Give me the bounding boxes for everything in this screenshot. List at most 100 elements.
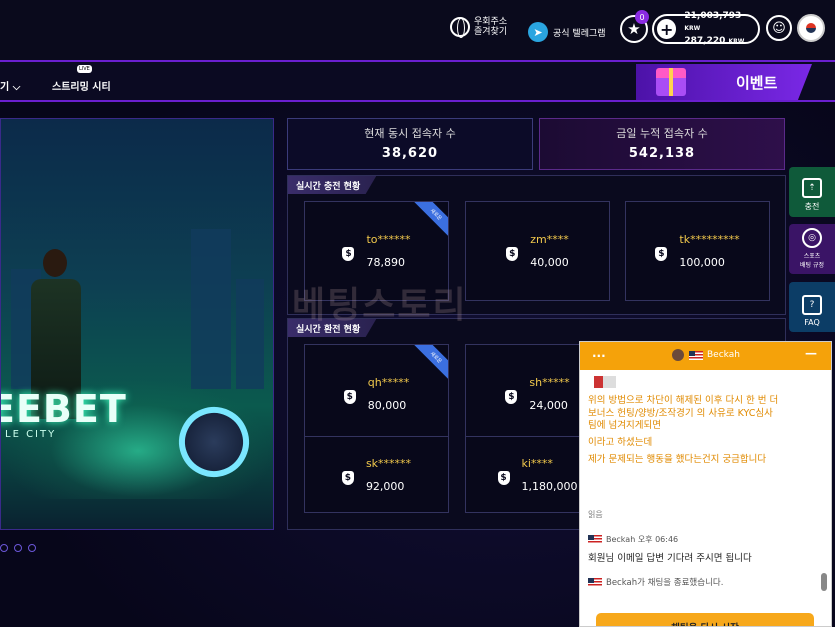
deposit-user: zm****: [530, 233, 569, 246]
money-bag-icon: $: [655, 247, 668, 261]
banner-player-head: [43, 249, 67, 277]
korea-flag-icon[interactable]: [797, 14, 825, 42]
currency-label: KRW: [684, 25, 701, 32]
us-flag-icon: [588, 535, 602, 544]
user-message: 이라고 하셨는데: [588, 437, 653, 448]
event-label: 이벤트: [736, 73, 778, 92]
withdraw-user: sh*****: [529, 376, 570, 389]
sports-ball-icon: ◎: [802, 228, 822, 248]
banner-building: [236, 279, 264, 389]
plus-icon[interactable]: +: [657, 19, 677, 39]
chat-header: ··· Beckah —: [580, 342, 831, 370]
us-flag-icon: [689, 350, 703, 360]
deposit-amount: 78,890: [366, 256, 405, 269]
carousel-dot[interactable]: [0, 544, 8, 552]
nav-item-streaming-city[interactable]: 스트리밍 시티: [52, 78, 111, 93]
withdraw-user: qh*****: [367, 376, 410, 389]
new-ribbon: 새로운: [410, 202, 448, 241]
money-bag-icon: $: [505, 390, 518, 404]
chat-menu-icon[interactable]: ···: [592, 349, 606, 363]
balance-primary: 21,003,793: [684, 11, 742, 21]
telegram-link[interactable]: ➤ 공식 텔레그램: [528, 22, 606, 42]
domain-bookmark-link[interactable]: 우회주소 즐겨찾기: [450, 17, 508, 38]
new-ribbon: 새로운: [410, 345, 448, 384]
withdraw-amount: 24,000: [529, 399, 568, 412]
withdraw-amount: 92,000: [365, 479, 405, 493]
money-bag-icon: $: [343, 390, 356, 404]
side-charge-button[interactable]: ⇡ 충전: [789, 167, 835, 217]
domain-bookmark-line1: 우회주소: [474, 17, 508, 27]
deposit-amount: 100,000: [679, 256, 725, 269]
carousel-dots: [0, 544, 42, 552]
agent-avatar: [672, 349, 684, 361]
money-bag-icon: $: [506, 247, 519, 261]
chat-messages[interactable]: 위의 방법으로 차단이 해제된 이후 다시 한 번 더 보너스 헌팅/양방/조작…: [580, 370, 831, 626]
live-chat-window[interactable]: ··· Beckah — 위의 방법으로 차단이 해제된 이후 다시 한 번 더…: [579, 341, 832, 627]
notification-badge: 0: [635, 10, 649, 24]
carousel-dot[interactable]: [28, 544, 36, 552]
user-icon: ☺: [772, 20, 786, 36]
concurrent-users-value: 38,620: [381, 146, 439, 161]
nav-item-partial[interactable]: 기 ⌵: [0, 78, 20, 93]
currency-label-secondary: KRW: [728, 38, 745, 45]
withdraw-card: $ sk****** 92,000: [304, 436, 449, 513]
deposit-card: $ tk********* 100,000: [625, 201, 770, 301]
money-bag-icon: $: [342, 247, 355, 261]
image-attachment[interactable]: [594, 376, 616, 388]
chat-scrollbar[interactable]: [821, 573, 827, 591]
cumulative-users-label: 금일 누적 접속자 수: [616, 127, 708, 140]
balance-secondary: 287,220: [684, 36, 726, 46]
side-sports-label-1: 스포츠: [803, 253, 821, 260]
deposit-amount: 40,000: [530, 256, 569, 269]
top-bar: 우회주소 즐겨찾기 ➤ 공식 텔레그램 ★ 0 + 21,003,793 KRW…: [0, 0, 835, 60]
cumulative-users-value: 542,138: [628, 146, 696, 161]
globe-icon: [450, 17, 470, 38]
side-charge-label: 충전: [804, 202, 820, 211]
concurrent-users-box: 현재 동시 접속자 수 38,620: [287, 118, 533, 170]
withdraw-amount: 80,000: [367, 399, 407, 412]
minimize-icon[interactable]: —: [805, 346, 817, 360]
deposit-icon: ⇡: [802, 178, 822, 198]
banner-subtitle: LE CITY: [5, 429, 57, 440]
chevron-down-icon: ⌵: [12, 82, 21, 93]
carousel-dot[interactable]: [14, 544, 22, 552]
site-watermark: 베팅스토리: [292, 285, 468, 326]
side-faq-button[interactable]: ? FAQ: [789, 282, 835, 332]
faq-icon: ?: [802, 295, 822, 315]
live-tag: LIVE: [77, 65, 92, 73]
system-message: Beckah가 채팅을 종료했습니다.: [606, 578, 724, 588]
gift-icon: [656, 68, 686, 96]
withdraw-user: ki****: [521, 456, 553, 470]
withdraw-amount: 1,180,000: [521, 479, 578, 493]
deposit-user: tk*********: [679, 233, 740, 246]
cumulative-users-box: 금일 누적 접속자 수 542,138: [539, 118, 785, 170]
agent-message-meta: Beckah 오후 06:46: [606, 535, 679, 544]
event-button[interactable]: 이벤트: [636, 64, 812, 100]
banner-building: [191, 229, 231, 389]
withdraw-user: sk******: [365, 456, 412, 470]
read-receipt: 읽음: [588, 510, 603, 519]
deposit-user: to******: [366, 233, 411, 246]
deposit-panel-title: 실시간 충전 현황: [288, 176, 377, 194]
page-root: 우회주소 즐겨찾기 ➤ 공식 텔레그램 ★ 0 + 21,003,793 KRW…: [0, 0, 835, 627]
us-flag-icon: [588, 577, 602, 587]
chat-agent-name: Beckah: [707, 350, 740, 360]
withdraw-card: 새로운 $ qh***** 80,000: [304, 344, 449, 444]
telegram-icon: ➤: [528, 22, 548, 42]
telegram-label: 공식 텔레그램: [553, 28, 606, 39]
user-message: 위의 방법으로 차단이 해제된 이후 다시 한 번 더 보너스 헌팅/양방/조작…: [588, 395, 779, 431]
domain-bookmark-line2: 즐겨찾기: [474, 27, 508, 37]
promo-banner[interactable]: EEBET LE CITY: [0, 118, 274, 530]
money-bag-icon: $: [497, 470, 510, 485]
side-sports-label-2: 배팅 규정: [800, 262, 824, 269]
user-profile-button[interactable]: ☺: [766, 15, 792, 41]
deposit-card: $ zm**** 40,000: [465, 201, 610, 301]
side-sports-rules-button[interactable]: ◎ 스포츠 배팅 규정: [789, 224, 835, 274]
restart-chat-button[interactable]: 채팅을 다시 시작: [596, 613, 814, 626]
concurrent-users-label: 현재 동시 접속자 수: [364, 127, 456, 140]
user-message: 제가 문제되는 행동을 했다는건지 궁금합니다: [588, 454, 767, 465]
money-bag-icon: $: [341, 470, 354, 485]
wallet-balance[interactable]: + 21,003,793 KRW 287,220 KRW: [652, 11, 760, 46]
side-faq-label: FAQ: [804, 318, 820, 327]
agent-message: 회원님 이메일 답변 기다려 주시면 됩니다: [588, 553, 752, 564]
